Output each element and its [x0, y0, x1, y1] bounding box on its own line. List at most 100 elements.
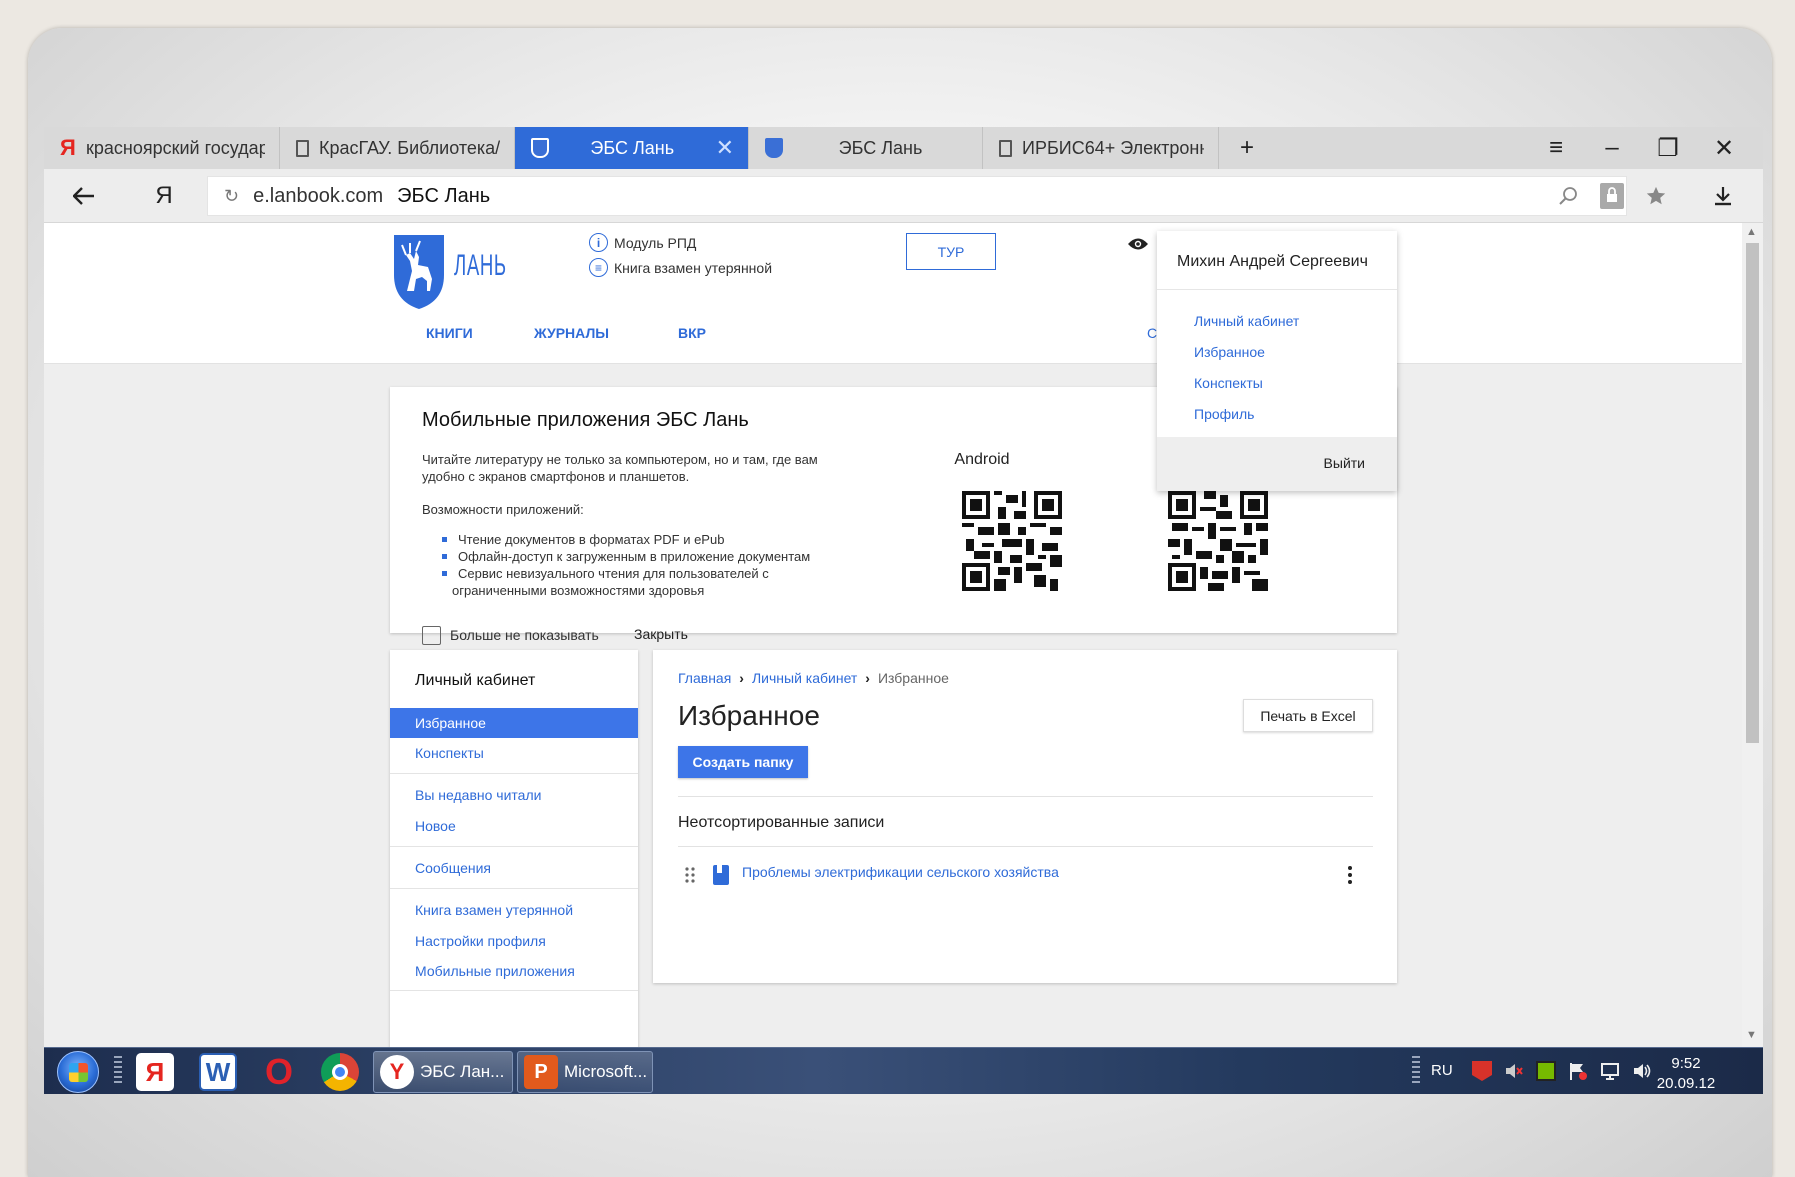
nav-partial-item[interactable]: С: [1147, 325, 1157, 341]
protect-button[interactable]: [1590, 169, 1634, 223]
create-folder-button[interactable]: Создать папку: [678, 746, 808, 778]
close-window-button[interactable]: ✕: [1696, 127, 1752, 169]
list-item[interactable]: Проблемы электрификации сельского хозяйс…: [678, 863, 1373, 887]
features-list: Чтение документов в форматах PDF и ePub …: [440, 531, 810, 582]
minimize-icon: –: [1605, 134, 1619, 161]
favorite-book-link[interactable]: Проблемы электрификации сельского хозяйс…: [742, 864, 1059, 880]
replacement-book-link[interactable]: ≡ Книга взамен утерянной: [589, 258, 772, 277]
tab-lan[interactable]: ЭБС Лань: [749, 127, 983, 169]
scroll-thumb[interactable]: [1746, 243, 1759, 743]
sidebar-item-favorites[interactable]: Избранное: [390, 708, 638, 738]
task-yandex-browser[interactable]: Y ЭБС Лан...: [373, 1051, 513, 1093]
nav-vkr[interactable]: ВКР: [678, 325, 706, 341]
tab-close-icon[interactable]: ✕: [716, 135, 734, 161]
dont-show-checkbox[interactable]: [422, 626, 441, 645]
scroll-up-icon[interactable]: ▲: [1746, 226, 1757, 238]
speaker-shape: [1506, 1064, 1523, 1078]
breadcrumb-home[interactable]: Главная: [678, 670, 731, 686]
tab-bar: Я красноярский государственный КрасГАУ. …: [44, 127, 1763, 169]
minimize-button[interactable]: –: [1584, 127, 1640, 169]
back-button[interactable]: [62, 169, 106, 223]
more-vertical-icon[interactable]: [1338, 863, 1362, 887]
promo-title: Мобильные приложения ЭБС Лань: [422, 409, 749, 431]
sidebar-item-messages[interactable]: Сообщения: [390, 853, 638, 883]
menu-item-cabinet[interactable]: Личный кабинет: [1194, 313, 1299, 329]
network-icon[interactable]: [1600, 1061, 1620, 1081]
sidebar-item-recent[interactable]: Вы недавно читали: [390, 780, 638, 810]
downloads-button[interactable]: [1701, 169, 1745, 223]
sidebar-item-mobile-apps[interactable]: Мобильные приложения: [390, 956, 638, 986]
word-icon[interactable]: W: [199, 1053, 237, 1091]
sidebar-item-profile-settings[interactable]: Настройки профиля: [390, 926, 638, 956]
lan-icon: [531, 138, 549, 158]
powerpoint-icon: P: [524, 1055, 558, 1089]
yandex-browser-icon[interactable]: Я: [136, 1053, 174, 1091]
document-icon: [999, 139, 1012, 157]
tab-irbis[interactable]: ИРБИС64+ Электронная библиотека: [983, 127, 1219, 169]
opera-glyph: O: [264, 1051, 293, 1092]
url-page-title: ЭБС Лань: [397, 184, 491, 207]
print-excel-button[interactable]: Печать в Excel: [1243, 699, 1373, 732]
sidebar-item-replacement-book[interactable]: Книга взамен утерянной: [390, 895, 638, 925]
divider: [390, 846, 638, 847]
breadcrumb-cabinet[interactable]: Личный кабинет: [752, 670, 857, 686]
sidebar-item-notes[interactable]: Конспекты: [390, 738, 638, 768]
volume-icon[interactable]: [1632, 1061, 1652, 1081]
reload-icon[interactable]: ↻: [224, 186, 239, 207]
browser-menu-button[interactable]: ≡: [1528, 127, 1584, 169]
tour-label: ТУР: [937, 243, 965, 260]
bookmark-button[interactable]: [1634, 169, 1678, 223]
task-label: Microsoft...: [564, 1062, 648, 1081]
taskbar-grip: [114, 1056, 122, 1086]
speaker-muted-icon[interactable]: [1504, 1061, 1524, 1081]
lan-logo[interactable]: ЛАНЬ: [392, 231, 506, 311]
close-promo-button[interactable]: Закрыть: [634, 626, 688, 642]
replacement-book-label: Книга взамен утерянной: [614, 259, 773, 276]
tour-button[interactable]: ТУР: [906, 233, 996, 270]
list-icon: ≡: [589, 258, 608, 277]
lock-icon: [1600, 183, 1624, 209]
language-indicator[interactable]: RU: [1431, 1062, 1453, 1079]
drag-handle-icon[interactable]: [684, 866, 696, 884]
sidebar-item-label: Конспекты: [415, 745, 484, 761]
page-scrollbar[interactable]: ▲ ▼: [1742, 223, 1763, 1047]
tab-library[interactable]: КрасГАУ. Библиотека/ Электронный: [280, 127, 515, 169]
action-center-icon[interactable]: [1568, 1061, 1588, 1081]
page-title: Избранное: [678, 700, 820, 731]
tab-label: красноярский государственный: [86, 137, 265, 158]
antivirus-icon[interactable]: [1472, 1061, 1492, 1081]
rpd-module-link[interactable]: i Модуль РПД: [589, 233, 696, 252]
download-icon: [1715, 187, 1731, 206]
new-tab-button[interactable]: +: [1219, 127, 1275, 169]
yandex-button[interactable]: Я: [142, 169, 186, 223]
menu-item-notes[interactable]: Конспекты: [1194, 375, 1263, 391]
tab-label: ИРБИС64+ Электронная библиотека: [1022, 137, 1204, 158]
menu-item-favorites[interactable]: Избранное: [1194, 344, 1265, 360]
nvidia-icon[interactable]: [1536, 1061, 1556, 1081]
scroll-down-icon[interactable]: ▼: [1746, 1029, 1757, 1041]
sidebar-title: Личный кабинет: [415, 672, 536, 689]
chrome-icon[interactable]: [321, 1053, 359, 1091]
dont-show-label[interactable]: Больше не показывать: [450, 627, 599, 643]
menu-footer: Выйти: [1157, 437, 1397, 491]
system-clock[interactable]: 9:52 20.09.12: [1650, 1054, 1722, 1094]
eye-icon[interactable]: [1127, 237, 1149, 251]
tab-yandex-search[interactable]: Я красноярский государственный: [44, 127, 280, 169]
flag-shape: [1570, 1063, 1587, 1080]
menu-item-profile[interactable]: Профиль: [1194, 406, 1254, 422]
url-field[interactable]: ↻ e.lanbook.com ЭБС Лань: [207, 176, 1627, 216]
opera-icon[interactable]: O: [260, 1051, 298, 1092]
nav-books[interactable]: КНИГИ: [426, 325, 473, 341]
feature-item-continuation: ограниченными возможностями здоровья: [452, 583, 705, 598]
start-button[interactable]: [57, 1051, 99, 1093]
sidebar-item-new[interactable]: Новое: [390, 811, 638, 841]
nav-journals[interactable]: ЖУРНАЛЫ: [534, 325, 609, 341]
web-page: ЛАНЬ i Модуль РПД ≡ Книга взамен утерянн…: [44, 223, 1742, 1047]
task-powerpoint[interactable]: P Microsoft...: [517, 1051, 653, 1093]
breadcrumb: Главная › Личный кабинет › Избранное: [678, 670, 949, 686]
logout-button[interactable]: Выйти: [1324, 455, 1365, 471]
restore-button[interactable]: ❐: [1640, 127, 1696, 169]
tab-lan-active[interactable]: ЭБС Лань ✕: [515, 127, 749, 169]
search-icon: [1559, 187, 1577, 205]
search-page-button[interactable]: [1546, 169, 1590, 223]
